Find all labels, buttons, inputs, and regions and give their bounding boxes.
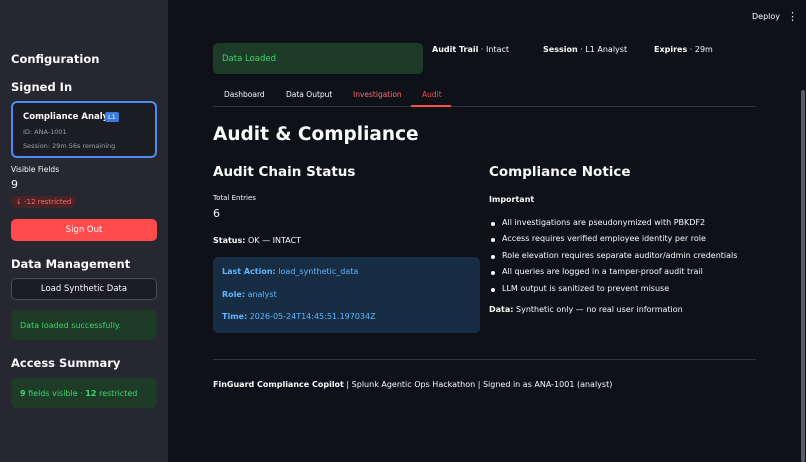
compliance-notice-heading: Compliance Notice xyxy=(489,164,631,180)
list-item: LLM output is sanitized to prevent misus… xyxy=(489,284,737,300)
config-heading: Configuration xyxy=(11,52,100,66)
user-id: ID: ANA-1001 xyxy=(23,128,67,136)
data-management-heading: Data Management xyxy=(11,257,131,271)
visible-fields-label: Visible Fields xyxy=(11,165,60,174)
list-item: All queries are logged in a tamper-proof… xyxy=(489,267,737,283)
audit-trail-label: Audit Trail xyxy=(432,45,479,54)
last-action-line: Last Action: load_synthetic_data xyxy=(222,267,358,276)
session-status: Session · L1 Analyst xyxy=(543,45,627,54)
sidebar: Configuration Signed In Compliance Analy… xyxy=(0,0,168,462)
status-value: OK — INTACT xyxy=(245,236,302,245)
role-label: Role: xyxy=(222,290,246,299)
tab-bar: Dashboard Data Output Investigation Audi… xyxy=(213,84,756,107)
active-tab-indicator xyxy=(411,105,451,107)
visible-fields-value: 9 xyxy=(11,178,18,191)
data-loaded-alert: Data Loaded xyxy=(213,43,423,74)
footer-text: | Splunk Agentic Ops Hackathon | Signed … xyxy=(343,380,613,389)
time-label: Time: xyxy=(222,312,248,321)
deploy-button[interactable]: Deploy xyxy=(752,12,780,21)
data-note-label: Data: xyxy=(489,305,514,314)
session-remaining: Session: 29m 56s remaining xyxy=(23,142,116,150)
role-value: analyst xyxy=(245,290,277,299)
session-value: · L1 Analyst xyxy=(577,45,628,54)
role-line: Role: analyst xyxy=(222,290,277,299)
tab-dashboard[interactable]: Dashboard xyxy=(224,90,265,99)
total-entries-label: Total Entries xyxy=(213,194,256,202)
last-action-value: load_synthetic_data xyxy=(275,267,359,276)
user-card: Compliance Analyst L1 ID: ANA-1001 Sessi… xyxy=(11,101,157,158)
tab-audit[interactable]: Audit xyxy=(422,90,442,99)
level-badge: L1 xyxy=(105,112,119,122)
list-item: Access requires verified employee identi… xyxy=(489,234,737,250)
footer: FinGuard Compliance Copilot | Splunk Age… xyxy=(213,380,612,389)
restricted-delta: ↓ -12 restricted xyxy=(11,196,77,208)
expires-label: Expires xyxy=(654,45,688,54)
last-action-box: Last Action: load_synthetic_data Role: a… xyxy=(213,257,480,333)
restricted-count: 12 xyxy=(85,388,97,398)
restricted-text: restricted xyxy=(96,388,138,398)
signed-in-heading: Signed In xyxy=(11,80,73,94)
expires-value: · 29m xyxy=(687,45,713,54)
data-note-value: Synthetic only — no real user informatio… xyxy=(513,305,683,314)
visible-text: fields visible · xyxy=(25,388,86,398)
tab-investigation[interactable]: Investigation xyxy=(353,90,402,99)
audit-trail-value: · Intact xyxy=(478,45,510,54)
access-summary-heading: Access Summary xyxy=(11,356,121,370)
page-title: Audit & Compliance xyxy=(213,124,419,145)
last-action-label: Last Action: xyxy=(222,267,276,276)
session-label: Session xyxy=(543,45,578,54)
list-item: Role elevation requires separate auditor… xyxy=(489,251,737,267)
time-value: 2026-05-24T14:45:51.197034Z xyxy=(247,312,376,321)
audit-trail-status: Audit Trail · Intact xyxy=(432,45,509,54)
arrow-down-icon: ↓ xyxy=(16,198,22,206)
divider xyxy=(213,359,756,360)
total-entries-value: 6 xyxy=(213,207,220,220)
footer-brand: FinGuard Compliance Copilot xyxy=(213,380,344,389)
main-menu-icon[interactable]: ⋮ xyxy=(787,10,798,23)
expires-status: Expires · 29m xyxy=(654,45,713,54)
status-label: Status: xyxy=(213,236,246,245)
access-summary-alert: 9 fields visible · 12 restricted xyxy=(11,378,157,408)
audit-chain-heading: Audit Chain Status xyxy=(213,164,356,180)
list-item: All investigations are pseudonymized wit… xyxy=(489,218,737,234)
data-note: Data: Synthetic only — no real user info… xyxy=(489,305,683,314)
load-success-alert: Data loaded successfully. xyxy=(11,310,157,340)
sign-out-button[interactable]: Sign Out xyxy=(11,219,157,241)
tab-data-output[interactable]: Data Output xyxy=(286,90,332,99)
vertical-scrollbar[interactable] xyxy=(801,90,805,462)
chain-status: Status: OK — INTACT xyxy=(213,236,301,245)
user-role: Compliance Analyst xyxy=(23,112,118,122)
time-line: Time: 2026-05-24T14:45:51.197034Z xyxy=(222,312,376,321)
load-synthetic-data-button[interactable]: Load Synthetic Data xyxy=(11,278,157,300)
restricted-delta-text: -12 restricted xyxy=(24,198,72,206)
notice-list: All investigations are pseudonymized wit… xyxy=(489,218,737,300)
important-label: Important xyxy=(489,195,535,204)
